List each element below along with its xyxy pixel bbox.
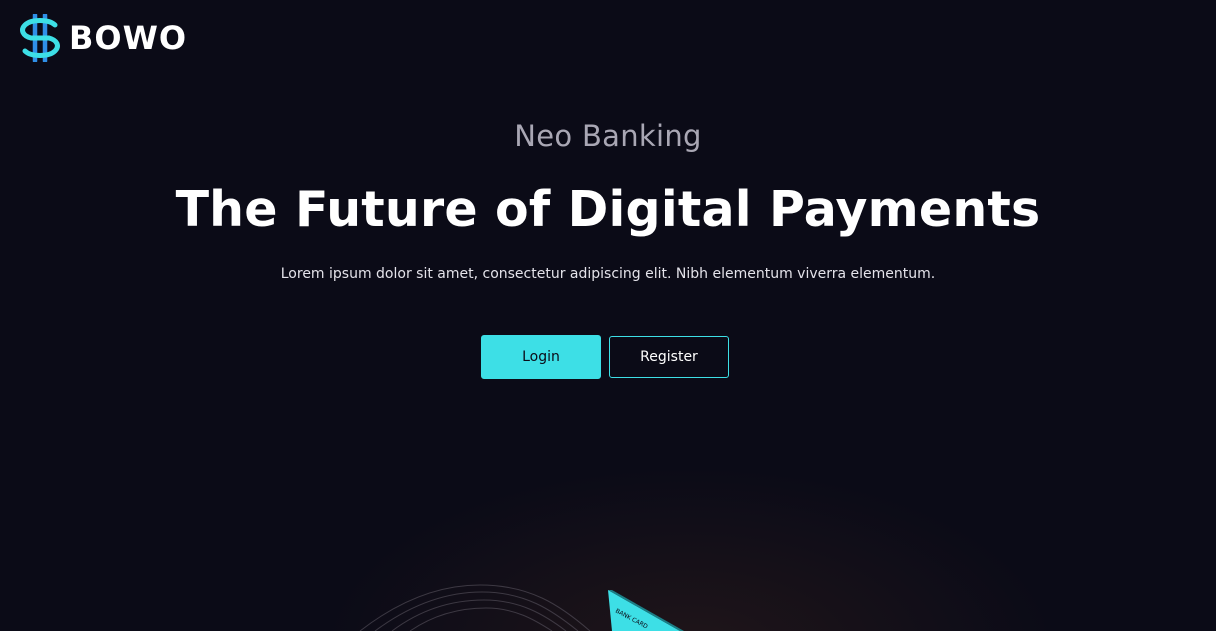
hero-headline: The Future of Digital Payments bbox=[175, 181, 1041, 238]
brand-logo[interactable]: BOWO bbox=[19, 14, 187, 62]
brand-name: BOWO bbox=[69, 19, 188, 57]
hero-eyebrow: Neo Banking bbox=[514, 119, 702, 153]
hero-actions: Login Register bbox=[481, 335, 729, 379]
landing-page: BOWO Neo Banking The Future of Digital P… bbox=[0, 0, 1216, 631]
hero-subtext: Lorem ipsum dolor sit amet, consectetur … bbox=[280, 266, 936, 282]
bank-card-graphic: BANK CARD bbox=[608, 590, 684, 631]
register-button[interactable]: Register bbox=[609, 336, 729, 378]
bowo-logo-icon bbox=[20, 14, 60, 62]
login-button[interactable]: Login bbox=[481, 335, 601, 379]
hero-illustration: BANK CARD bbox=[359, 584, 684, 631]
decorative-orbit-lines bbox=[359, 584, 591, 631]
